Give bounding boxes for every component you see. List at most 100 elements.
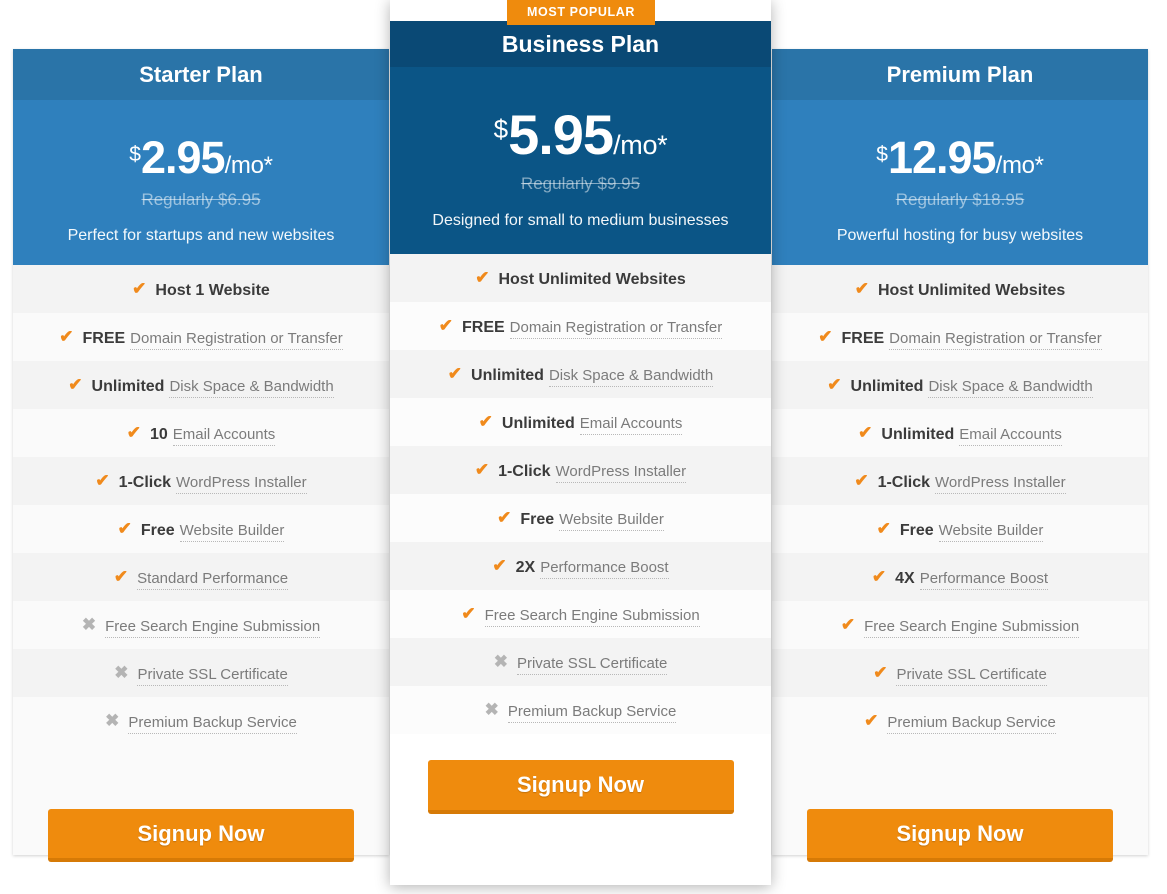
price-block-starter: $2.95/mo* Regularly $6.95 Perfect for star… bbox=[13, 100, 389, 265]
feature-inner: ✔ FREE Domain Registration or Transfer bbox=[390, 302, 771, 350]
plan-title: Business Plan bbox=[501, 31, 660, 57]
cross-icon: ✖ bbox=[105, 711, 120, 730]
price-period: /mo* bbox=[224, 152, 273, 179]
signup-button-business[interactable]: Signup Now bbox=[427, 760, 734, 814]
feature-row: ✔ 10 Email Accounts bbox=[13, 409, 389, 457]
check-icon: ✔ bbox=[126, 423, 141, 442]
plan-header-starter: Starter Plan bbox=[13, 49, 389, 100]
feature-highlight: Free bbox=[899, 522, 934, 539]
price-line: $2.95/mo* bbox=[13, 100, 389, 184]
feature-list-premium: ✔ Host Unlimited Websites ✔ FREE Domain Regi… bbox=[772, 265, 1148, 745]
plan-header-business: Business Plan bbox=[390, 21, 771, 67]
feature-inner: ✔ Unlimited Disk Space & Bandwidth bbox=[390, 350, 771, 398]
feature-inner: ✔ Unlimited Email Accounts bbox=[772, 409, 1148, 457]
feature-inner: ✔ 1-Click WordPress Installer bbox=[772, 457, 1148, 505]
feature-inner: ✔ Free Search Engine Submission bbox=[772, 601, 1148, 649]
currency-symbol: $ bbox=[493, 114, 509, 144]
feature-row: ✔ Unlimited Disk Space & Bandwidth bbox=[772, 361, 1148, 409]
feature-highlight: Host Unlimited Websites bbox=[877, 282, 1066, 299]
feature-highlight: 1-Click bbox=[498, 463, 551, 480]
feature-highlight: FREE bbox=[82, 330, 126, 347]
check-icon: ✔ bbox=[475, 268, 490, 287]
feature-text: Email Accounts bbox=[959, 426, 1062, 446]
feature-list-business: ✔ Host Unlimited Websites ✔ FREE Domain Regi… bbox=[390, 254, 771, 734]
signup-button-premium[interactable]: Signup Now bbox=[807, 809, 1113, 862]
feature-row: ✔ FREE Domain Registration or Transfer bbox=[772, 313, 1148, 361]
check-icon: ✔ bbox=[113, 567, 129, 586]
price-amount: 12.95 bbox=[887, 132, 997, 183]
feature-row: ✔ Free Search Engine Submission bbox=[390, 590, 771, 638]
feature-inner: ✖ Private SSL Certificate bbox=[13, 649, 389, 697]
feature-text: Domain Registration or Transfer bbox=[889, 330, 1102, 350]
feature-row: ✔ Host Unlimited Websites bbox=[390, 254, 771, 302]
feature-text: Disk Space & Bandwidth bbox=[169, 378, 334, 398]
check-icon: ✔ bbox=[68, 375, 83, 394]
feature-text: WordPress Installer bbox=[935, 474, 1066, 494]
feature-row: ✔ Host Unlimited Websites bbox=[772, 265, 1148, 313]
feature-inner: ✔ Unlimited Disk Space & Bandwidth bbox=[772, 361, 1148, 409]
feature-text: Private SSL Certificate bbox=[137, 666, 288, 686]
plan-card-premium: Premium Plan $12.95/mo* Regularly $18.95 Po… bbox=[772, 49, 1148, 862]
feature-highlight: Host Unlimited Websites bbox=[498, 271, 686, 288]
feature-inner: ✔ 1-Click WordPress Installer bbox=[13, 457, 389, 505]
feature-text: Premium Backup Service bbox=[128, 714, 297, 734]
feature-text: Domain Registration or Transfer bbox=[509, 319, 723, 339]
price-amount: 2.95 bbox=[140, 132, 226, 183]
feature-text: Disk Space & Bandwidth bbox=[548, 367, 714, 387]
cross-icon: ✖ bbox=[114, 663, 129, 682]
feature-highlight: Unlimited bbox=[91, 378, 165, 395]
feature-highlight: Unlimited bbox=[471, 367, 544, 384]
check-icon: ✔ bbox=[497, 508, 512, 527]
feature-highlight: Host 1 Website bbox=[155, 282, 270, 299]
currency-symbol: $ bbox=[129, 143, 141, 166]
feature-row: ✔ Private SSL Certificate bbox=[772, 649, 1148, 697]
feature-row: ✔ Unlimited Disk Space & Bandwidth bbox=[390, 350, 771, 398]
check-icon: ✔ bbox=[840, 615, 856, 634]
feature-highlight: Free bbox=[520, 511, 555, 528]
feature-inner: ✔ Premium Backup Service bbox=[772, 697, 1148, 745]
regular-price: Regularly $9.95 bbox=[520, 174, 641, 193]
feature-row: ✖ Private SSL Certificate bbox=[13, 649, 389, 697]
feature-row: ✖ Premium Backup Service bbox=[390, 686, 771, 734]
feature-row: ✔ 2X Performance Boost bbox=[390, 542, 771, 590]
feature-text: Standard Performance bbox=[137, 570, 289, 590]
check-icon: ✔ bbox=[827, 375, 842, 394]
most-popular-badge: MOST POPULAR bbox=[507, 0, 655, 25]
feature-row: ✔ 1-Click WordPress Installer bbox=[13, 457, 389, 505]
signup-button-starter[interactable]: Signup Now bbox=[48, 809, 354, 862]
feature-row: ✔ Unlimited Email Accounts bbox=[772, 409, 1148, 457]
price-line: $12.95/mo* bbox=[772, 100, 1148, 184]
feature-row: ✖ Premium Backup Service bbox=[13, 697, 389, 745]
check-icon: ✔ bbox=[876, 519, 891, 538]
feature-inner: ✖ Private SSL Certificate bbox=[390, 638, 771, 686]
feature-highlight: FREE bbox=[461, 319, 505, 336]
feature-highlight: Unlimited bbox=[850, 378, 924, 395]
feature-text: WordPress Installer bbox=[176, 474, 307, 494]
feature-text: Free Search Engine Submission bbox=[864, 618, 1080, 638]
feature-row: ✔ 4X Performance Boost bbox=[772, 553, 1148, 601]
feature-row: ✔ FREE Domain Registration or Transfer bbox=[13, 313, 389, 361]
feature-inner: ✔ Free Search Engine Submission bbox=[390, 590, 771, 638]
feature-text: Private SSL Certificate bbox=[516, 655, 668, 675]
feature-inner: ✔ Host 1 Website bbox=[13, 265, 389, 313]
price-block-premium: $12.95/mo* Regularly $18.95 Powerful hosti… bbox=[772, 100, 1148, 265]
plan-title: Premium Plan bbox=[886, 62, 1034, 87]
feature-highlight: Unlimited bbox=[881, 426, 955, 443]
feature-row: ✔ Free Website Builder bbox=[390, 494, 771, 542]
plan-card-business: MOST POPULAR Business Plan $5.95/mo* Regula… bbox=[390, 0, 771, 885]
plan-tagline: Perfect for startups and new websites bbox=[67, 227, 335, 244]
check-icon: ✔ bbox=[818, 327, 833, 346]
currency-symbol: $ bbox=[876, 143, 888, 166]
feature-row: ✔ Standard Performance bbox=[13, 553, 389, 601]
feature-inner: ✔ Standard Performance bbox=[13, 553, 389, 601]
feature-highlight: 10 bbox=[149, 426, 168, 443]
feature-text: Website Builder bbox=[179, 522, 285, 542]
price-block-business: $5.95/mo* Regularly $9.95 Designed for sma… bbox=[390, 67, 771, 254]
cross-icon: ✖ bbox=[493, 652, 508, 671]
feature-highlight: 1-Click bbox=[118, 474, 172, 491]
feature-inner: ✖ Free Search Engine Submission bbox=[13, 601, 389, 649]
feature-row: ✔ Unlimited Email Accounts bbox=[390, 398, 771, 446]
feature-inner: ✔ Unlimited Disk Space & Bandwidth bbox=[13, 361, 389, 409]
feature-inner: ✔ 1-Click WordPress Installer bbox=[390, 446, 771, 494]
plan-card-starter: Starter Plan $2.95/mo* Regularly $6.95 Perf… bbox=[13, 49, 389, 862]
